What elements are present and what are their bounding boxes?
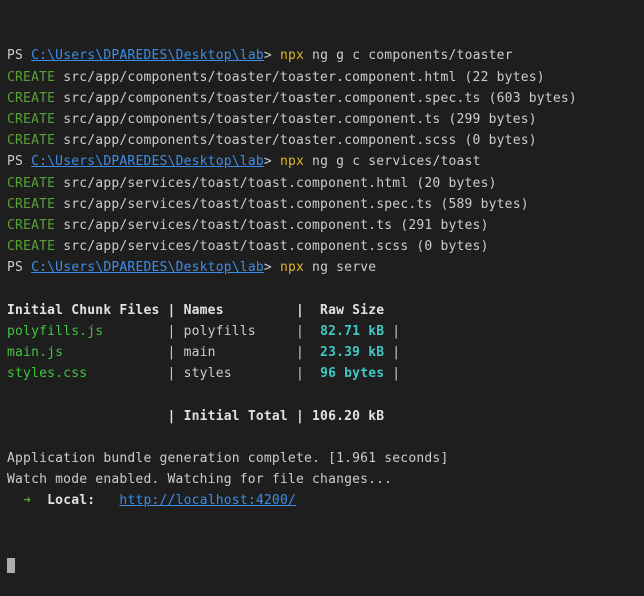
text-segment: npx [280,260,304,275]
chunk-table-row: styles.css | styles | 96 bytes | [7,363,644,384]
text-segment: src/app/components/toaster/toaster.compo… [55,133,537,148]
text-segment: 82.71 kB [320,324,384,339]
text-segment: | [384,345,400,360]
create-line: CREATE src/app/components/toaster/toaste… [7,88,644,109]
cwd-link[interactable]: C:\Users\DPAREDES\Desktop\lab [31,48,264,63]
text-segment: src/app/components/toaster/toaster.compo… [55,70,545,85]
text-segment: Local: [47,493,95,508]
text-segment: > [264,260,280,275]
text-segment: src/app/services/toast/toast.component.h… [55,176,496,191]
terminal-window[interactable]: PS C:\Users\DPAREDES\Desktop\lab> npx ng… [0,0,644,490]
text-segment: CREATE [7,176,55,191]
create-line: CREATE src/app/components/toaster/toaste… [7,67,644,88]
text-segment: styles.css [7,366,87,381]
text-segment: CREATE [7,239,55,254]
text-segment: npx [280,154,304,169]
text-segment: Watch mode enabled. Watching for file ch… [7,472,392,487]
text-segment: | styles | [87,366,320,381]
cursor-line [7,554,644,575]
blank-line [7,384,644,405]
chunk-table-row: main.js | main | 23.39 kB | [7,342,644,363]
create-line: CREATE src/app/services/toast/toast.comp… [7,215,644,236]
prompt-line-generate-toaster: PS C:\Users\DPAREDES\Desktop\lab> npx ng… [7,45,644,66]
text-segment: src/app/services/toast/toast.component.t… [55,218,488,233]
text-segment: ng g c components/toaster [304,48,513,63]
chunk-table-row: polyfills.js | polyfills | 82.71 kB | [7,321,644,342]
text-segment: Application bundle generation complete. … [7,451,448,466]
arrow-icon: ➜ [23,493,31,508]
text-segment: src/app/services/toast/toast.component.s… [55,239,488,254]
prompt-line-serve: PS C:\Users\DPAREDES\Desktop\lab> npx ng… [7,257,644,278]
text-segment: | polyfills | [103,324,320,339]
local-server-line: ➜ Local: http://localhost:4200/ [7,490,644,511]
text-segment: ng g c services/toast [304,154,481,169]
terminal-cursor [7,558,15,573]
text-segment: polyfills.js [7,324,103,339]
text-segment: CREATE [7,133,55,148]
text-segment: CREATE [7,70,55,85]
text-segment: CREATE [7,218,55,233]
text-segment: CREATE [7,197,55,212]
text-segment: PS [7,48,31,63]
text-segment: src/app/components/toaster/toaster.compo… [55,91,577,106]
text-segment: main.js [7,345,63,360]
create-line: CREATE src/app/components/toaster/toaste… [7,130,644,151]
text-segment: src/app/services/toast/toast.component.s… [55,197,529,212]
text-segment: Initial Chunk Files | Names | Raw Size [7,303,384,318]
create-line: CREATE src/app/services/toast/toast.comp… [7,236,644,257]
create-line: CREATE src/app/services/toast/toast.comp… [7,173,644,194]
chunk-table-header: Initial Chunk Files | Names | Raw Size [7,300,644,321]
local-server-link[interactable]: http://localhost:4200/ [119,493,296,508]
text-segment [31,493,47,508]
text-segment: > [264,154,280,169]
blank-line [7,427,644,448]
cwd-link[interactable]: C:\Users\DPAREDES\Desktop\lab [31,260,264,275]
text-segment: ng serve [304,260,376,275]
blank-line [7,278,644,299]
text-segment: npx [280,48,304,63]
prompt-line-generate-toast-service: PS C:\Users\DPAREDES\Desktop\lab> npx ng… [7,151,644,172]
text-segment: | [384,324,400,339]
text-segment: | main | [63,345,320,360]
text-segment [95,493,119,508]
text-segment: CREATE [7,91,55,106]
create-line: CREATE src/app/services/toast/toast.comp… [7,194,644,215]
chunk-table-total-row: | Initial Total | 106.20 kB [7,406,644,427]
text-segment: 23.39 kB [320,345,384,360]
text-segment: CREATE [7,112,55,127]
watch-mode-line: Watch mode enabled. Watching for file ch… [7,469,644,490]
text-segment: | [384,366,400,381]
cwd-link[interactable]: C:\Users\DPAREDES\Desktop\lab [31,154,264,169]
text-segment: src/app/components/toaster/toaster.compo… [55,112,537,127]
text-segment [7,409,168,424]
text-segment: > [264,48,280,63]
terminal-output: PS C:\Users\DPAREDES\Desktop\lab> npx ng… [7,45,644,511]
create-line: CREATE src/app/components/toaster/toaste… [7,109,644,130]
text-segment: 96 bytes [320,366,384,381]
text-segment: PS [7,154,31,169]
text-segment: PS [7,260,31,275]
bundle-complete-line: Application bundle generation complete. … [7,448,644,469]
text-segment [7,493,23,508]
text-segment: | Initial Total | 106.20 kB [168,409,385,424]
